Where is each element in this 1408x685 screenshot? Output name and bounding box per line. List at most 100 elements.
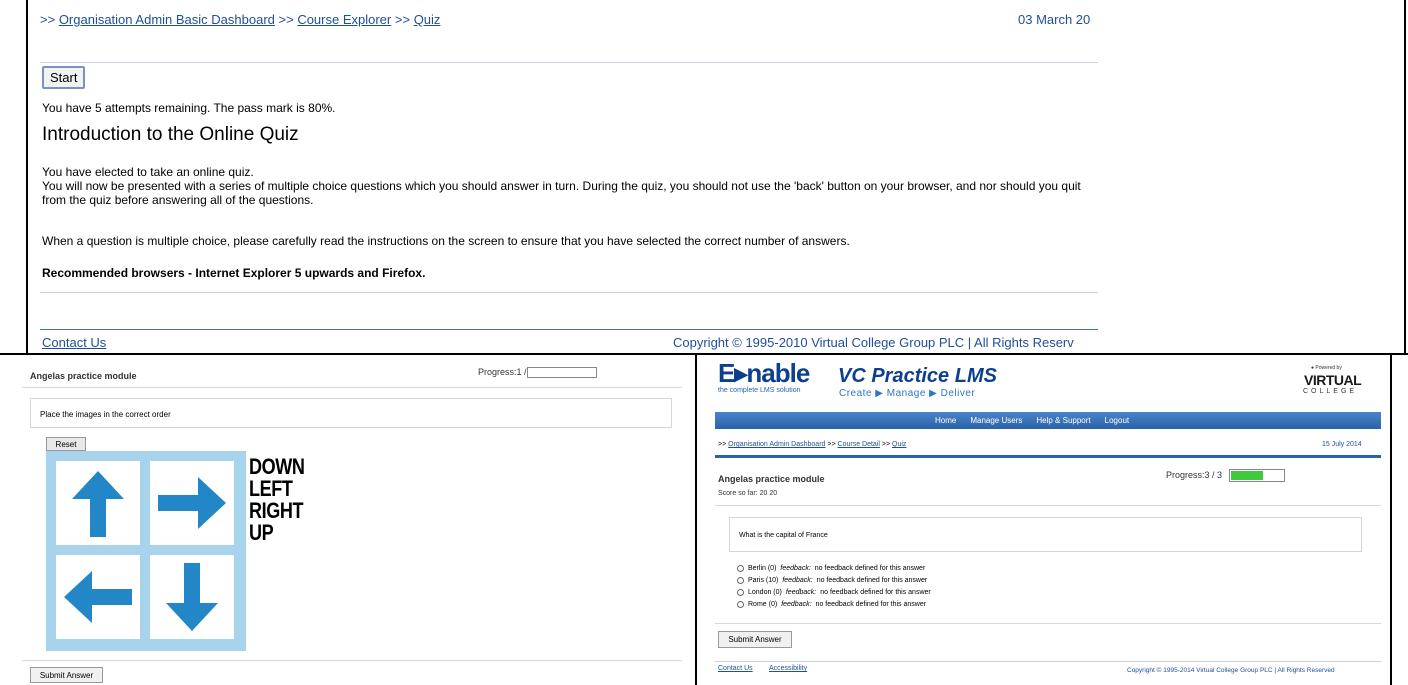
panel-border [1390,355,1392,685]
intro-paragraph: You have elected to take an online quiz.… [42,165,1102,207]
answer-option[interactable]: Berlin (0) feedback: no feedback defined… [737,565,925,572]
nav-home[interactable]: Home [935,416,956,425]
reset-button[interactable]: Reset [46,437,86,451]
question-text: Place the images in the correct order [40,410,171,419]
intro-line: You have elected to take an online quiz. [42,165,254,179]
nav-logout[interactable]: Logout [1105,416,1129,425]
radio-button[interactable] [737,589,744,596]
lms-tagline: Create ▶ Manage ▶ Deliver [839,388,976,399]
multiple-choice-panel: E▸nable the complete LMS solution VC Pra… [699,355,1390,685]
contact-us-link[interactable]: Contact Us [718,665,753,672]
answer-word: RIGHT [249,498,304,523]
current-date: 15 July 2014 [1322,441,1362,448]
breadcrumb-separator: >> [827,441,836,448]
footer-divider [715,661,1381,662]
nav-manage-users[interactable]: Manage Users [970,416,1022,425]
feedback-label: feedback: [785,589,817,596]
breadcrumb: >> Organisation Admin Basic Dashboard >>… [40,12,440,27]
answer-label: London (0) [748,589,782,596]
recommended-browsers-text: Recommended browsers - Internet Explorer… [42,266,426,280]
breadcrumb-quiz-link[interactable]: Quiz [414,12,441,27]
module-title: Angelas practice module [718,474,825,484]
arrow-left-icon [64,571,132,623]
copyright-text: Copyright © 1995-2014 Virtual College Gr… [1127,667,1335,674]
logo-tagline: the complete LMS solution [718,387,801,394]
radio-button[interactable] [737,601,744,608]
breadcrumb-separator: >> [394,12,411,27]
submit-answer-button[interactable]: Submit Answer [30,667,103,683]
breadcrumb: >> Organisation Admin Dashboard >> Cours… [718,441,906,448]
instructions-paragraph: When a question is multiple choice, plea… [42,234,850,248]
arrow-up-icon [72,471,124,537]
page-title: Introduction to the Online Quiz [42,124,299,145]
divider [40,62,1098,63]
image-ordering-grid [46,451,246,651]
answer-word: UP [249,520,274,545]
breadcrumb-dashboard-link[interactable]: Organisation Admin Dashboard [728,441,825,448]
breadcrumb-course-explorer-link[interactable]: Course Explorer [297,12,391,27]
breadcrumb-course-detail-link[interactable]: Course Detail [838,441,880,448]
virtual-college-sub: COLLEGE [1303,388,1358,395]
answer-word-list: DOWN LEFT RIGHT UP [249,454,305,545]
copyright-text: Copyright © 1995-2010 Virtual College Gr… [673,335,1074,350]
breadcrumb-dashboard-link[interactable]: Organisation Admin Basic Dashboard [59,12,275,27]
submit-answer-button[interactable]: Submit Answer [718,631,792,648]
progress-bar-fill [1231,471,1263,480]
progress-label: Progress:1 / 3 [478,367,535,377]
virtual-college-logo: VIRTUAL [1304,372,1362,388]
score-text: Score so far: 20 20 [718,490,778,497]
lms-title: VC Practice LMS [838,365,997,387]
accessibility-link[interactable]: Accessibility [769,665,807,672]
feedback-label: feedback: [782,577,813,584]
breadcrumb-separator: >> [278,12,294,27]
draggable-tile[interactable] [56,461,140,545]
progress-bar [1229,469,1285,482]
footer-divider [40,329,1098,330]
feedback-text: no feedback defined for this answer [820,589,931,596]
contact-us-link[interactable]: Contact Us [42,335,106,350]
radio-button[interactable] [737,577,744,584]
divider [40,292,1098,293]
arrow-right-icon [158,477,226,529]
quiz-intro-panel: >> Organisation Admin Basic Dashboard >>… [26,0,1406,355]
draggable-tile[interactable] [56,555,140,639]
feedback-label: feedback: [781,601,812,608]
feedback-label: feedback: [780,565,811,572]
feedback-text: no feedback defined for this answer [814,565,926,572]
feedback-text: no feedback defined for this answer [815,601,927,608]
feedback-text: no feedback defined for this answer [816,577,928,584]
logo-wordmark: E▸nable [718,358,810,388]
draggable-tile[interactable] [150,461,234,545]
answer-word: LEFT [249,476,293,501]
header-rule [715,455,1381,458]
divider [715,623,1381,624]
main-nav: Home Manage Users Help & Support Logout [715,412,1381,429]
question-box: Place the images in the correct order [30,398,672,428]
progress-bar [527,367,597,378]
question-text: What is the capital of France [739,532,828,539]
breadcrumb-separator: >> [40,12,56,27]
start-quiz-button[interactable]: Start [42,66,86,89]
nav-help-support[interactable]: Help & Support [1036,416,1090,425]
answer-label: Berlin (0) [748,565,777,572]
answer-label: Paris (10) [748,577,779,584]
divider [715,505,1381,506]
enable-logo: E▸nable the complete LMS solution [718,358,810,395]
answer-option[interactable]: Rome (0) feedback: no feedback defined f… [737,601,926,608]
answer-option[interactable]: Paris (10) feedback: no feedback defined… [737,577,927,584]
progress-label: Progress:3 / 3 [1166,470,1223,480]
powered-by-label: ● Powered by [1311,365,1342,371]
current-date: 03 March 20 [1018,12,1091,27]
question-box: What is the capital of France [729,517,1362,552]
draggable-tile[interactable] [150,555,234,639]
answer-option[interactable]: London (0) feedback: no feedback defined… [737,589,931,596]
ordering-question-panel: Angelas practice module Progress:1 / 3 P… [0,355,697,685]
answer-label: Rome (0) [748,601,778,608]
divider [22,387,682,388]
breadcrumb-separator: >> [718,441,727,448]
radio-button[interactable] [737,565,744,572]
answer-word: DOWN [249,454,305,479]
arrow-down-icon [166,563,218,631]
breadcrumb-quiz-link[interactable]: Quiz [892,441,906,448]
intro-line: You will now be presented with a series … [42,179,1081,207]
